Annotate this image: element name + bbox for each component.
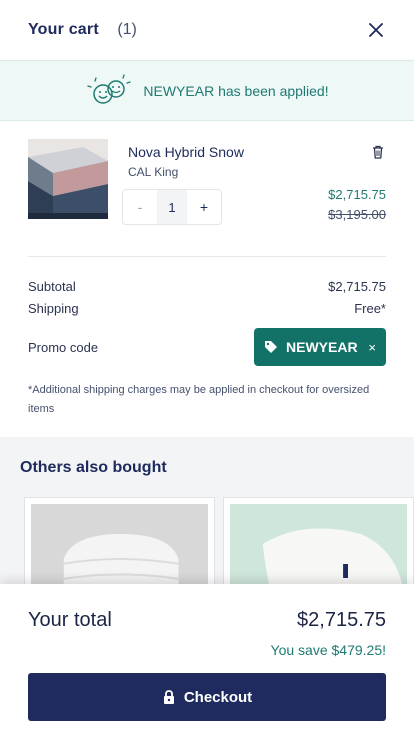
remove-promo-button[interactable]: × xyxy=(368,340,376,355)
quantity-stepper: - 1 + xyxy=(122,189,222,225)
promo-applied-banner: NEWYEAR has been applied! xyxy=(0,60,414,121)
order-summary: Subtotal $2,715.75 Shipping Free* Promo … xyxy=(0,257,414,419)
pillow-product-image xyxy=(230,504,407,586)
savings-text: You save $479.25! xyxy=(270,642,386,658)
checkout-button[interactable]: Checkout xyxy=(28,673,386,721)
shipping-row: Shipping Free* xyxy=(28,297,386,319)
cart-item: Nova Hybrid Snow CAL King - 1 + $2,715.7… xyxy=(0,121,414,256)
current-price: $2,715.75 xyxy=(328,187,386,202)
decrease-quantity-button[interactable]: - xyxy=(123,190,157,224)
promo-code-label: Promo code xyxy=(28,339,99,355)
cart-footer: Your total $2,715.75 You save $479.25! C… xyxy=(0,584,414,736)
close-icon[interactable] xyxy=(366,20,386,40)
checkout-label: Checkout xyxy=(183,688,253,706)
subtotal-row: Subtotal $2,715.75 xyxy=(28,275,386,297)
total-row: Your total $2,715.75 xyxy=(28,609,386,632)
recommendation-card[interactable] xyxy=(24,497,215,586)
product-variant: CAL King xyxy=(128,165,179,179)
original-price: $3,195.00 xyxy=(328,207,386,222)
promo-code-row: Promo code NEWYEAR × xyxy=(28,325,386,369)
promo-banner-text: NEWYEAR has been applied! xyxy=(143,82,329,99)
total-label: Your total xyxy=(28,609,112,631)
lock-icon xyxy=(163,690,174,704)
promo-code-value: NEWYEAR xyxy=(286,339,358,355)
subtotal-label: Subtotal xyxy=(28,278,76,294)
tag-icon xyxy=(265,341,277,353)
cart-title-group: Your cart (1) xyxy=(28,21,137,39)
recommendation-list xyxy=(24,497,414,586)
shipping-value: Free* xyxy=(354,300,386,316)
increase-quantity-button[interactable]: + xyxy=(187,190,221,224)
cart-count: (1) xyxy=(117,21,137,38)
recommendation-card[interactable] xyxy=(223,497,414,586)
happy-faces-icon xyxy=(87,73,132,104)
product-name[interactable]: Nova Hybrid Snow xyxy=(128,144,244,160)
promo-code-chip: NEWYEAR × xyxy=(254,328,386,366)
shipping-label: Shipping xyxy=(28,300,79,316)
trash-icon[interactable] xyxy=(370,144,386,160)
shipping-note: *Additional shipping charges may be appl… xyxy=(28,384,370,415)
product-image xyxy=(28,139,108,219)
cart-title: Your cart xyxy=(28,21,99,38)
subtotal-value: $2,715.75 xyxy=(328,278,386,294)
cart-header: Your cart (1) xyxy=(0,0,414,60)
sheets-product-image xyxy=(31,504,208,586)
others-also-bought-section: Others also bought xyxy=(0,437,414,586)
others-heading: Others also bought xyxy=(20,459,167,476)
quantity-value[interactable]: 1 xyxy=(157,190,187,224)
total-value: $2,715.75 xyxy=(297,609,386,631)
